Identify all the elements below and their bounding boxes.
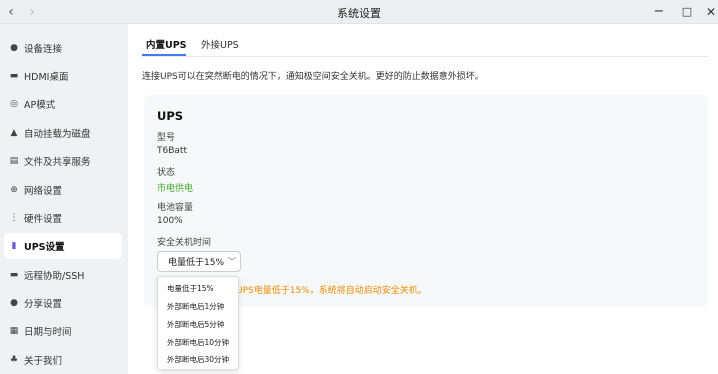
battery-label: 电池容量 [157,203,194,213]
sidebar-item-label: 自动挂载为磁盘 [24,129,91,140]
sidebar-item-ap-mode[interactable]: ◎ AP模式 [4,91,122,117]
sidebar-item-label: 网络设置 [24,186,63,197]
sidebar-item-network[interactable]: ⊕ 网络设置 [4,177,122,203]
sidebar-item-hardware[interactable]: ⋮ 硬件设置 [4,205,122,231]
sidebar-item-label: 设备连接 [24,44,63,55]
model-value: T6Batt [157,146,187,156]
globe-icon: ⊕ [10,185,18,195]
wifi-icon: ◎ [10,99,18,109]
device-icon: ● [10,43,18,53]
sidebar-item-label: HDMI桌面 [24,72,69,83]
title-bar: ‹ › 系统设置 − □ ✕ [0,0,718,24]
sidebar-item-label: 文件及共享服务 [24,157,91,168]
share-icon: ● [10,298,18,308]
status-value: 市电供电 [157,184,194,194]
model-label: 型号 [157,133,176,143]
tab-divider [142,56,708,57]
sidebar-item-label: 远程协助/SSH [24,271,85,282]
battery-icon: ▮ [11,241,17,251]
ups-title: UPS [157,109,184,123]
sidebar-item-label: 关于我们 [24,356,63,367]
calendar-icon: ▦ [9,326,19,336]
eject-icon: ▲ [10,128,18,138]
shutdown-time-dropdown: 电量低于15% 外部断电后1分钟 外部断电后5分钟 外部断电后10分钟 外部断电… [157,276,239,370]
grid-icon: ⋮ [9,213,19,223]
dropdown-option[interactable]: 外部断电后1分钟 [167,301,224,312]
monitor-icon: ▬ [9,71,19,81]
terminal-icon: ▬ [9,270,19,280]
dropdown-option[interactable]: 电量低于15% [167,283,214,294]
window-title: 系统设置 [337,7,381,20]
sidebar-item-remote-ssh[interactable]: ▬ 远程协助/SSH [4,262,122,288]
page-description: 连接UPS可以在突然断电的情况下，通知极空间安全关机。更好的防止数据意外损坏。 [142,72,484,82]
sidebar-item-datetime[interactable]: ▦ 日期与时间 [4,318,122,344]
dropdown-option[interactable]: 外部断电后30分钟 [167,354,229,365]
shutdown-time-label: 安全关机时间 [157,238,212,248]
tab-internal-ups[interactable]: 内置UPS [146,37,187,51]
sidebar-item-label: UPS设置 [24,242,65,253]
shutdown-time-selected: 电量低于15% [168,258,225,268]
people-icon: ♣ [9,355,19,365]
shutdown-time-select[interactable]: 电量低于15% ﹀ [157,251,241,272]
shutdown-warning: UPS电量低于15%，系统将自动启动安全关机。 [236,286,427,296]
sidebar-item-device-connection[interactable]: ● 设备连接 [4,35,122,61]
sidebar-item-ups[interactable]: ▮ UPS设置 [4,233,122,259]
sidebar-item-share[interactable]: ● 分享设置 [4,290,122,316]
sidebar-item-label: AP模式 [24,100,56,111]
active-tab-indicator [142,54,186,56]
dropdown-option[interactable]: 外部断电后5分钟 [167,319,224,330]
close-icon[interactable]: ✕ [702,3,718,21]
maximize-icon[interactable]: □ [678,3,696,21]
chevron-down-icon: ﹀ [228,257,237,266]
status-label: 状态 [157,168,176,178]
minimize-icon[interactable]: − [650,3,668,21]
sidebar-item-about[interactable]: ♣ 关于我们 [4,347,122,373]
folder-icon: ▤ [9,156,19,166]
sidebar-item-file-sharing[interactable]: ▤ 文件及共享服务 [4,148,122,174]
sidebar: ● 设备连接 ▬ HDMI桌面 ◎ AP模式 ▲ 自动挂载为磁盘 ▤ 文件及共享… [0,24,128,374]
sidebar-item-label: 日期与时间 [24,327,72,338]
sidebar-item-auto-mount[interactable]: ▲ 自动挂载为磁盘 [4,120,122,146]
sidebar-item-hdmi-desktop[interactable]: ▬ HDMI桌面 [4,63,122,89]
sidebar-item-label: 分享设置 [24,299,63,310]
battery-value: 100% [157,216,183,226]
sidebar-item-label: 硬件设置 [24,214,63,225]
tab-external-ups[interactable]: 外接UPS [201,37,239,51]
dropdown-option[interactable]: 外部断电后10分钟 [167,337,229,348]
